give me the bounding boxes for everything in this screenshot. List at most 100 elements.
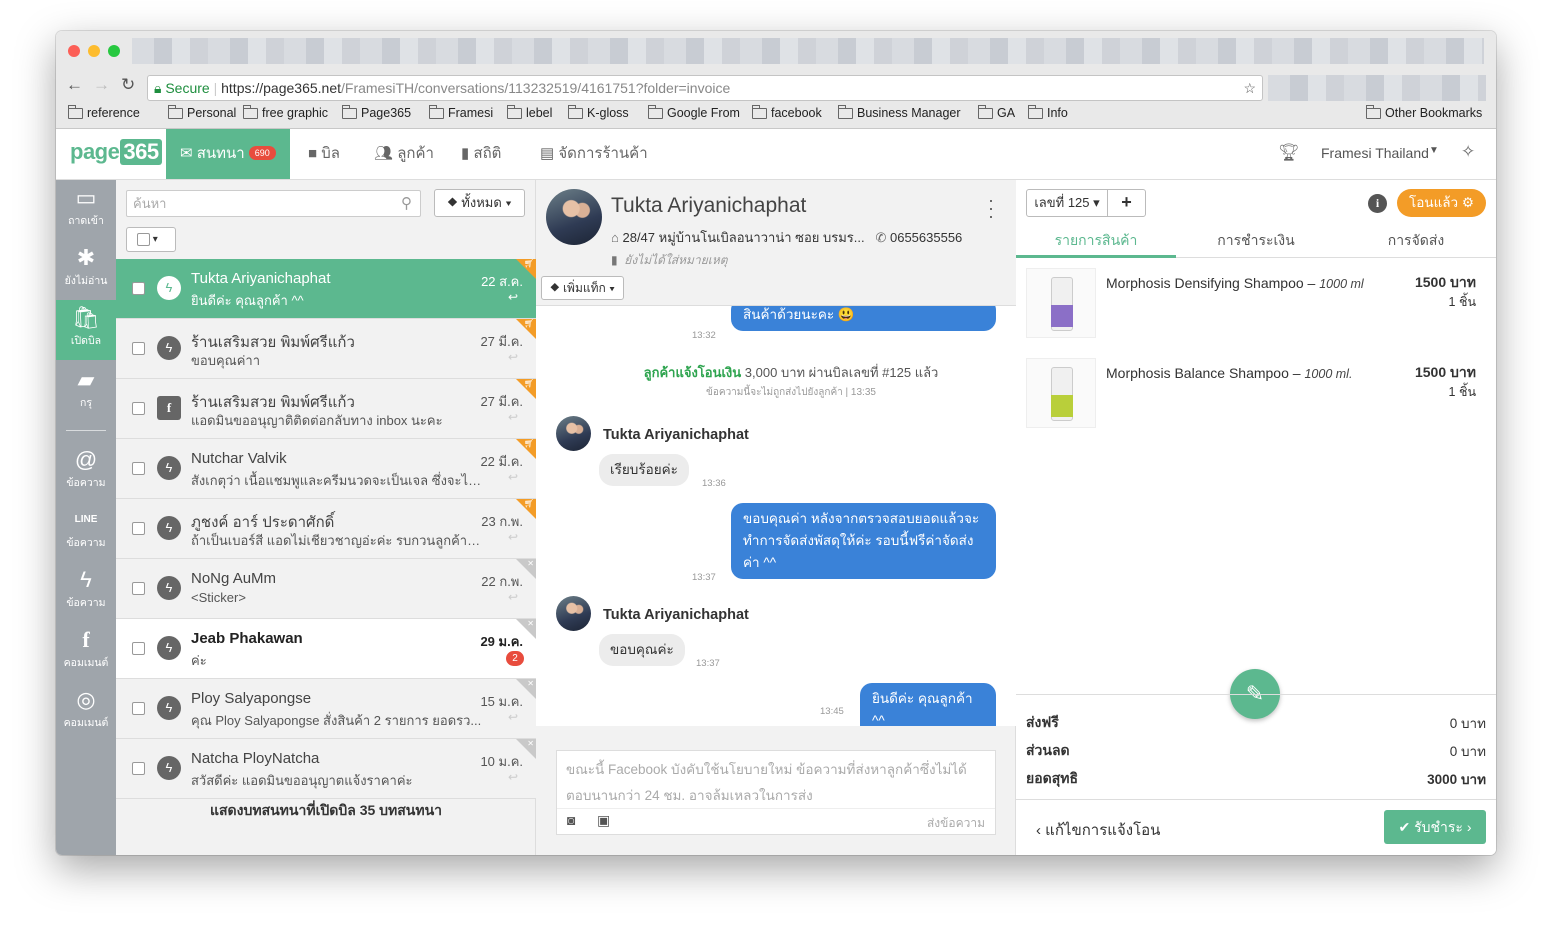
bookmark-item[interactable]: free graphic [243, 104, 328, 120]
tab-store[interactable]: ▤ จัดการร้านค้า [540, 129, 648, 179]
tab-customers[interactable]: 👥︎ ลูกค้า [374, 129, 434, 179]
conversation-item[interactable]: ϟ Tukta Ariyanichaphat ยินดีค่ะ คุณลูกค้า … [116, 259, 536, 319]
conversation-checkbox[interactable] [132, 402, 145, 415]
address-bar[interactable]: 🔒︎ Secure | https://page365.net/FramesiT… [147, 75, 1263, 101]
close-window-button[interactable] [68, 45, 80, 57]
conversation-checkbox[interactable] [132, 342, 145, 355]
search-input[interactable]: ค้นหา ⚲ [126, 190, 421, 217]
bookmark-item[interactable]: Framesi [429, 104, 493, 120]
conversation-checkbox[interactable] [132, 582, 145, 595]
folder-open-icon: ▰ [77, 367, 95, 392]
app-topbar: page 365 ✉ สนทนา 690 ■ บิล 👥︎ ลูกค้า ▮ สถิ… [56, 129, 1496, 180]
bookmark-item[interactable]: GA [978, 104, 1015, 120]
zoom-window-button[interactable] [108, 45, 120, 57]
tab-shipping[interactable]: การจัดส่ง [1336, 225, 1496, 258]
cart-corner-icon[interactable]: 🛒︎ [516, 319, 536, 339]
receive-payment-button[interactable]: ✔ รับชำระ › [1384, 810, 1486, 844]
conversation-checkbox[interactable] [132, 642, 145, 655]
sidebar-item-fb-comment[interactable]: f คอมเมนต์ [56, 628, 116, 683]
cart-corner-icon[interactable]: 🛒︎ [516, 379, 536, 399]
conversation-item[interactable]: ϟ Natcha PloyNatcha สวัสดีค่ะ แอดมินขออนุญ… [116, 739, 536, 799]
sender-name: Tukta Ariyanichaphat [603, 607, 749, 623]
conversation-checkbox[interactable] [132, 702, 145, 715]
back-icon[interactable]: ← [66, 75, 83, 95]
conversation-checkbox[interactable] [132, 462, 145, 475]
other-bookmarks[interactable]: Other Bookmarks [1366, 104, 1482, 120]
bag-icon: ■ [308, 145, 318, 162]
select-all-dropdown[interactable]: ▾ [126, 227, 176, 252]
bookmark-item[interactable]: Business Manager [838, 104, 961, 120]
conversation-item[interactable]: ϟ ร้านเสริมสวย พิมพ์ศรีแก้ว ขอบคุณค่าา 27 ม… [116, 319, 536, 379]
minimize-window-button[interactable] [88, 45, 100, 57]
conversation-checkbox[interactable] [132, 522, 145, 535]
tab-products[interactable]: รายการสินค้า [1016, 225, 1176, 258]
trophy-icon[interactable]: 🏆︎ [1278, 143, 1300, 163]
bookmark-item[interactable]: Info [1028, 104, 1068, 120]
close-corner-icon[interactable]: ✕ [516, 739, 536, 759]
page365-logo[interactable]: page 365 [70, 139, 162, 165]
bill-number-dropdown[interactable]: เลขที่ 125 ▾ [1026, 189, 1108, 217]
bookmark-item[interactable]: K-gloss [568, 104, 629, 120]
info-icon[interactable]: i [1368, 194, 1387, 213]
conversation-item[interactable]: ϟ Nutchar Valvik สังเกตุว่า เนื้อแชมพูและค… [116, 439, 536, 499]
product-name: Morphosis Balance Shampoo – 1000 ml. [1106, 365, 1353, 381]
product-row[interactable]: Morphosis Densifying Shampoo – 1000 ml 15… [1026, 268, 1486, 340]
product-row[interactable]: Morphosis Balance Shampoo – 1000 ml. 1500… [1026, 358, 1486, 430]
sidebar-item-ig-comment[interactable]: ◎ คอมเมนต์ [56, 688, 116, 743]
sidebar-item-folder[interactable]: ▰ กรุ [56, 368, 116, 423]
message-composer[interactable]: ขณะนี้ Facebook บังคับใช้นโยบายใหม่ ข้อค… [556, 750, 996, 835]
add-tag-button[interactable]: ⯁ เพิ่มแท็ก ▾ [541, 276, 624, 300]
customer-avatar[interactable] [546, 189, 602, 245]
sidebar-item-messenger[interactable]: ϟ ข้อความ [56, 568, 116, 623]
select-all-checkbox[interactable] [137, 232, 150, 246]
account-menu[interactable]: Framesi Thailand [1321, 145, 1429, 161]
more-options-icon[interactable]: · · · [988, 191, 994, 225]
image-gallery-icon[interactable]: ▣ [597, 812, 610, 829]
conversation-item[interactable]: ϟ Ploy Salyapongse คุณ Ploy Salyapongse สั… [116, 679, 536, 739]
reload-icon[interactable]: ↻ [121, 75, 135, 95]
camera-icon[interactable]: ◙ [567, 812, 575, 828]
bookmark-item[interactable]: lebel [507, 104, 552, 120]
tab-payment[interactable]: การชำระเงิน [1176, 225, 1336, 258]
bookmark-item[interactable]: Google From [648, 104, 740, 120]
bookmark-item[interactable]: facebook [752, 104, 822, 120]
edit-payment-link[interactable]: ‹ แก้ไขการแจ้งโอน [1036, 818, 1160, 842]
close-corner-icon[interactable]: ✕ [516, 619, 536, 639]
bookmark-item[interactable]: Personal [168, 104, 236, 120]
bookmark-item[interactable]: Page365 [342, 104, 411, 120]
conversation-checkbox[interactable] [132, 282, 145, 295]
customer-note[interactable]: ▮ ยังไม่ได้ใส่หมายเหตุ [611, 251, 728, 270]
url-host: https://page365.net [221, 80, 341, 96]
star-icon[interactable]: ☆ [1243, 76, 1256, 100]
net-total-row: ยอดสุทธิ 3000 บาท [1026, 770, 1486, 787]
cart-corner-icon[interactable]: 🛒︎ [516, 439, 536, 459]
bookmark-item[interactable]: reference [68, 104, 140, 120]
send-button[interactable]: ส่งข้อความ [927, 814, 985, 833]
forward-icon[interactable]: → [93, 75, 110, 95]
conversation-item[interactable]: ϟ Jeab Phakawan ค่ะ 29 ม.ค. 2 ✕ [116, 619, 536, 679]
sidebar-item-inbox[interactable]: ▭ ถาดเข้า [56, 186, 116, 241]
magic-wand-icon[interactable]: ✧ [1461, 142, 1475, 162]
close-corner-icon[interactable]: ✕ [516, 559, 536, 579]
browser-tab-strip[interactable] [132, 38, 1484, 64]
sidebar-item-email[interactable]: @ ข้อความ [56, 448, 116, 503]
tab-bill[interactable]: ■ บิล [308, 129, 340, 179]
tab-chat[interactable]: ✉ สนทนา 690 [166, 129, 290, 179]
conversation-item[interactable]: ϟ ภูชงค์ อาร์ ประดาศักดิ์ ถ้าเป็นเบอร์สี แ… [116, 499, 536, 559]
conversation-item[interactable]: f ร้านเสริมสวย พิมพ์ศรีแก้ว แอดมินขออนุญาต… [116, 379, 536, 439]
conversation-checkbox[interactable] [132, 762, 145, 775]
tab-stats[interactable]: ▮ สถิติ [461, 129, 501, 179]
conversation-item[interactable]: ϟ NoNg AuMm <Sticker> 22 ก.พ. ↩ ✕ [116, 559, 536, 619]
close-corner-icon[interactable]: ✕ [516, 679, 536, 699]
secure-label: Secure [165, 80, 210, 96]
add-bill-button[interactable]: + [1107, 189, 1146, 217]
sidebar-item-open-bill[interactable]: 🛍︎ เปิดบิล [56, 300, 116, 360]
sidebar-item-line[interactable]: LINE ข้อความ [56, 508, 116, 563]
extension-icons[interactable] [1268, 75, 1486, 101]
cart-corner-icon[interactable]: 🛒︎ [516, 259, 536, 279]
tag-filter-dropdown[interactable]: ⯁ ทั้งหมด ▾ [434, 189, 525, 217]
sidebar-item-unread[interactable]: ✱ ยังไม่อ่าน [56, 246, 116, 301]
payment-status-button[interactable]: โอนแล้ว ⚙ [1397, 189, 1486, 217]
cart-corner-icon[interactable]: 🛒︎ [516, 499, 536, 519]
folder-icon [68, 104, 83, 119]
